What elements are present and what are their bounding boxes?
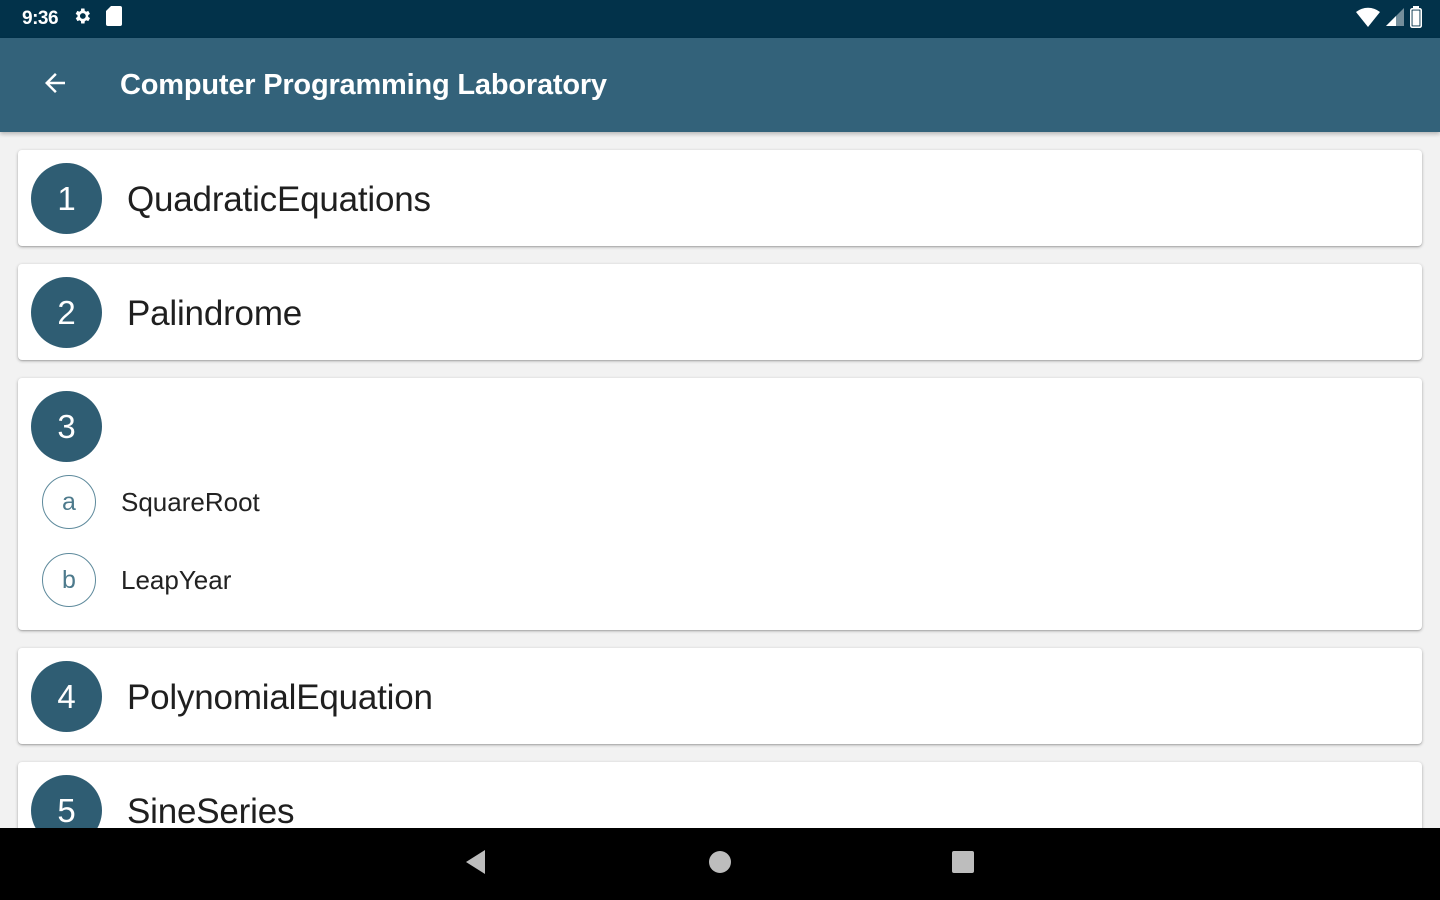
- arrow-back-icon: [40, 68, 70, 103]
- program-card-4[interactable]: 4 PolynomialEquation: [18, 648, 1422, 744]
- program-label: QuadraticEquations: [127, 180, 431, 219]
- program-card-1[interactable]: 1 QuadraticEquations: [18, 150, 1422, 246]
- back-button[interactable]: [19, 49, 91, 121]
- recents-square-icon: [950, 849, 976, 880]
- sub-item-letter-badge: a: [42, 475, 96, 529]
- sd-card-icon: [106, 6, 123, 32]
- sub-item-letter-badge: b: [42, 553, 96, 607]
- gear-icon: [72, 6, 92, 32]
- nav-home-button[interactable]: [702, 846, 738, 882]
- program-number-badge: 5: [31, 775, 102, 828]
- home-circle-icon: [707, 849, 733, 880]
- program-number-badge: 4: [31, 661, 102, 732]
- sub-item-label: LeapYear: [121, 564, 232, 595]
- wifi-icon: [1356, 7, 1380, 32]
- system-nav-bar: [0, 828, 1440, 900]
- status-bar: 9:36: [0, 0, 1440, 38]
- program-card-5[interactable]: 5 SineSeries: [18, 762, 1422, 828]
- program-card-3[interactable]: 3 a SquareRoot b LeapYear: [18, 378, 1422, 630]
- page-title: Computer Programming Laboratory: [120, 68, 607, 101]
- nav-back-button[interactable]: [458, 846, 494, 882]
- program-label: SineSeries: [127, 792, 295, 828]
- program-label: PolynomialEquation: [127, 678, 433, 717]
- back-triangle-icon: [463, 848, 489, 881]
- status-right: [1356, 5, 1440, 33]
- program-number-badge: 2: [31, 277, 102, 348]
- program-list[interactable]: 1 QuadraticEquations 2 Palindrome 3 a Sq…: [0, 132, 1440, 828]
- sub-item-a[interactable]: a SquareRoot: [42, 474, 260, 530]
- status-time: 9:36: [22, 8, 59, 29]
- battery-icon: [1410, 5, 1422, 33]
- program-card-2[interactable]: 2 Palindrome: [18, 264, 1422, 360]
- program-number-badge: 1: [31, 163, 102, 234]
- sub-item-label: SquareRoot: [121, 486, 260, 517]
- signal-icon: [1386, 7, 1404, 31]
- nav-recents-button[interactable]: [945, 846, 981, 882]
- app-bar: Computer Programming Laboratory: [0, 38, 1440, 132]
- status-left: 9:36: [0, 6, 123, 32]
- program-label: Palindrome: [127, 294, 303, 333]
- sub-item-b[interactable]: b LeapYear: [42, 552, 231, 608]
- program-number-badge: 3: [31, 391, 102, 462]
